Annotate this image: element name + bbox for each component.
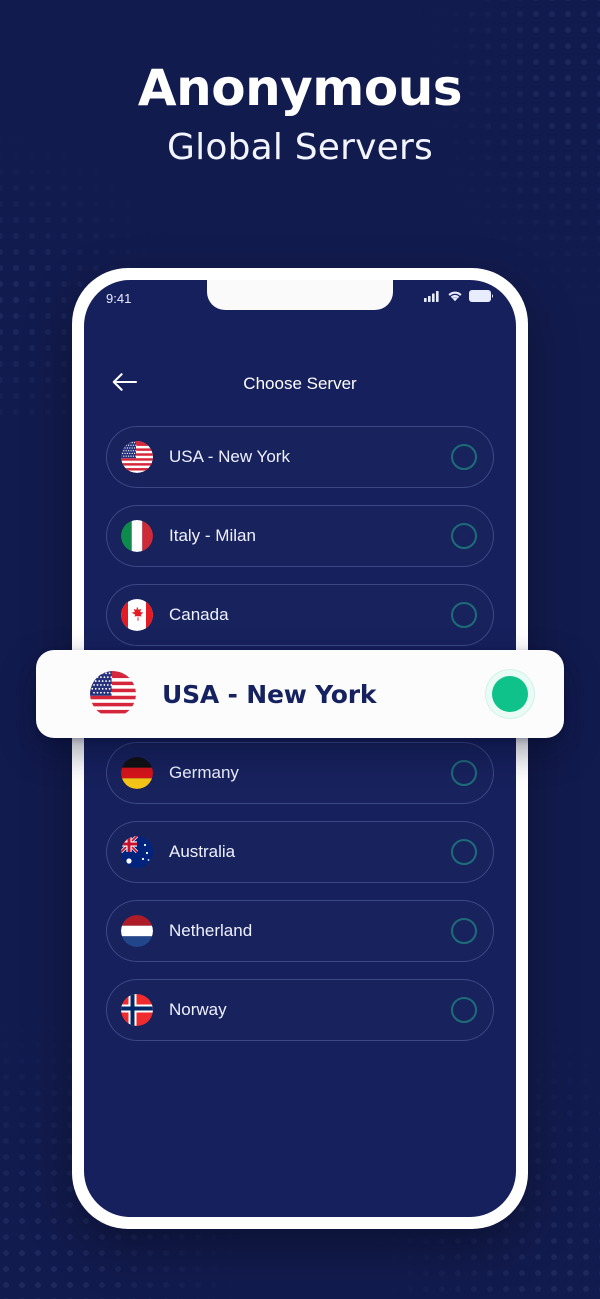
status-bar-icons [424,289,494,307]
back-button[interactable] [108,367,142,401]
flag-icon-no [121,994,153,1026]
server-list-item[interactable]: Norway [106,979,494,1041]
server-radio[interactable] [451,444,477,470]
back-arrow-icon [112,372,138,396]
phone-notch [207,280,393,310]
headline-block: Anonymous Global Servers [0,59,600,169]
server-label: Norway [169,1000,227,1019]
server-radio[interactable] [451,918,477,944]
server-label: Canada [169,605,229,624]
server-label: Australia [169,842,236,861]
server-radio[interactable] [451,602,477,628]
headline-secondary: Global Servers [167,127,433,168]
server-list-item[interactable]: Germany [106,742,494,804]
server-radio[interactable] [451,760,477,786]
battery-icon [469,289,494,307]
server-label: USA - New York [169,447,290,466]
selected-server-label: USA - New York [162,679,377,709]
server-radio[interactable] [451,523,477,549]
server-list: USA - New York Italy - Milan Canada Unit… [84,426,516,1217]
flag-icon-nl [121,915,153,947]
flag-icon-us [90,671,136,717]
phone-mockup: 9:41 Choose Server USA - New York Italy … [72,268,528,1229]
flag-icon-au [121,836,153,868]
flag-icon-de [121,757,153,789]
server-list-item[interactable]: USA - New York [106,426,494,488]
server-label: Italy - Milan [169,526,256,545]
status-bar-time: 9:41 [106,290,132,306]
server-list-item[interactable]: Italy - Milan [106,505,494,567]
flag-icon-us [121,441,153,473]
server-list-item[interactable]: Australia [106,821,494,883]
phone-screen: 9:41 Choose Server USA - New York Italy … [84,280,516,1217]
server-list-item[interactable]: Netherland [106,900,494,962]
server-radio[interactable] [451,997,477,1023]
headline-primary: Anonymous [137,59,463,117]
cellular-signal-icon [424,289,441,307]
server-selected-toggle[interactable] [486,670,534,718]
navigation-bar: Choose Server [84,362,516,406]
server-radio[interactable] [451,839,477,865]
wifi-icon [447,289,463,307]
selected-server-card[interactable]: USA - New York [36,650,564,738]
server-label: Germany [169,763,239,782]
server-list-item[interactable]: Canada [106,584,494,646]
flag-icon-it [121,520,153,552]
page-title: Choose Server [243,374,357,393]
server-label: Netherland [169,921,253,940]
flag-icon-ca [121,599,153,631]
